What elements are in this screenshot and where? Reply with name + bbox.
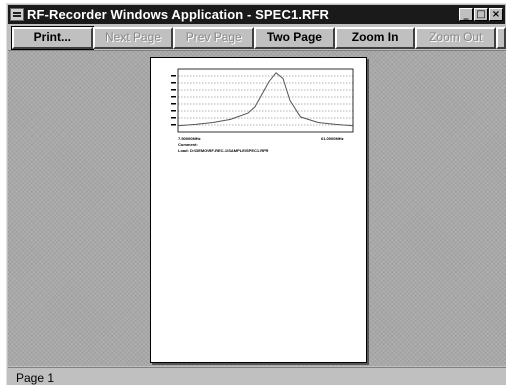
y-tick-mark [171,82,176,84]
close-icon[interactable]: × [489,8,503,21]
stop-frequency-label: 61.0000MHz [321,136,344,141]
title-bar[interactable]: RF-Recorder Windows Application - SPEC1.… [8,5,505,24]
two-page-button[interactable]: Two Page [254,27,335,49]
minimize-icon[interactable]: _ [459,8,473,21]
app-window: RF-Recorder Windows Application - SPEC1.… [6,3,506,385]
y-tick-mark [171,110,176,112]
window-controls: _ □ × [458,8,503,21]
page-indicator: Page 1 [16,371,55,385]
comment-label: Comment: [178,142,198,147]
chart-grid [171,75,353,126]
start-frequency-label: 7.50000MHz [178,136,201,141]
toolbar: Print... Next Page Prev Page Two Page Zo… [8,26,506,50]
maximize-icon[interactable]: □ [474,8,488,21]
y-tick-mark [171,75,176,77]
y-tick-mark [171,124,176,126]
spectrum-chart [171,68,354,133]
preview-page: 7.50000MHz 61.0000MHz Comment: Load: D:\… [150,57,367,363]
print-button[interactable]: Print... [11,26,94,50]
app-icon[interactable] [10,8,24,21]
preview-workspace[interactable]: 7.50000MHz 61.0000MHz Comment: Load: D:\… [8,50,506,366]
y-tick-mark [171,103,176,105]
prev-page-button[interactable]: Prev Page [173,27,255,49]
y-tick-mark [171,89,176,91]
file-path-label: Load: D:\DEMO\RF-REC-1\SAMPLE\SPEC1.RFR [178,148,269,153]
toolbar-overflow-button[interactable] [496,27,506,49]
status-bar: Page 1 [8,367,506,385]
window-title: RF-Recorder Windows Application - SPEC1.… [27,7,329,22]
next-page-button[interactable]: Next Page [92,27,174,49]
plot-frame [177,68,354,133]
y-tick-mark [171,96,176,98]
zoom-out-button[interactable]: Zoom Out [415,27,497,49]
zoom-in-button[interactable]: Zoom In [334,27,416,49]
y-tick-mark [171,117,176,119]
